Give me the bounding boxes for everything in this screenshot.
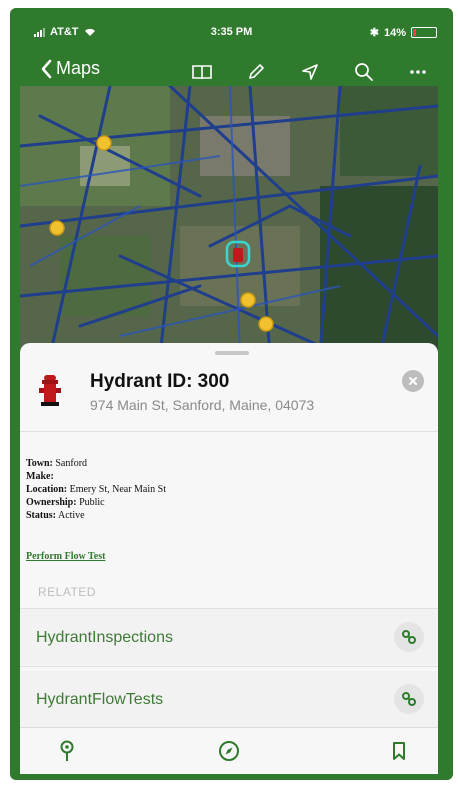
pin-icon[interactable]: [54, 738, 80, 764]
related-item-hydrant-flow-tests[interactable]: HydrantFlowTests: [20, 671, 438, 727]
compass-icon[interactable]: [216, 738, 242, 764]
field-row: Status: Active: [26, 510, 85, 521]
close-button[interactable]: [402, 370, 424, 392]
nav-bar: Maps: [10, 54, 453, 90]
status-bar: AT&T 3:35 PM ✱ 14%: [10, 8, 453, 46]
field-row: Location: Emery St, Near Main St: [26, 484, 166, 495]
related-item-label: HydrantFlowTests: [36, 691, 164, 708]
header-divider: [20, 431, 438, 432]
close-icon: [409, 377, 417, 385]
link-icon: [402, 630, 416, 644]
related-header: RELATED: [38, 585, 96, 599]
chevron-left-icon: [41, 59, 52, 78]
related-item-hydrant-inspections[interactable]: HydrantInspections: [20, 609, 438, 665]
book-icon[interactable]: [189, 59, 215, 85]
map-view[interactable]: [20, 86, 438, 356]
link-button[interactable]: [394, 684, 424, 714]
related-item-label: HydrantInspections: [36, 629, 173, 646]
row-divider: [20, 666, 438, 667]
sheet-grabber[interactable]: [215, 351, 249, 355]
field-row: Ownership: Public: [26, 497, 105, 508]
link-icon: [402, 692, 416, 706]
feature-title: Hydrant ID: 300: [90, 371, 230, 392]
feature-header: Hydrant ID: 300 974 Main St, Sanford, Ma…: [20, 357, 438, 429]
feature-sheet: Hydrant ID: 300 974 Main St, Sanford, Ma…: [20, 343, 438, 773]
battery-group: ✱ 14%: [370, 26, 437, 39]
hydrant-icon: [39, 375, 61, 406]
popup-fields: Town: Sanford Make: Location: Emery St, …: [26, 457, 166, 522]
bluetooth-icon: ✱: [369, 27, 379, 39]
tab-bar: [20, 727, 438, 774]
field-row: Town: Sanford: [26, 458, 88, 469]
feature-address: 974 Main St, Sanford, Maine, 04073: [90, 397, 315, 413]
battery-percent: 14%: [383, 26, 406, 39]
link-button[interactable]: [394, 622, 424, 652]
nav-actions: [189, 59, 431, 85]
back-label: Maps: [56, 58, 101, 78]
bookmark-icon[interactable]: [386, 738, 412, 764]
battery-icon: [411, 27, 437, 38]
perform-flow-test-link[interactable]: Perform Flow Test: [26, 551, 105, 562]
search-icon[interactable]: [351, 59, 377, 85]
more-icon[interactable]: [405, 59, 431, 85]
back-button[interactable]: Maps: [40, 58, 100, 79]
battery-fill: [413, 29, 417, 36]
pencil-icon[interactable]: [243, 59, 269, 85]
location-arrow-icon[interactable]: [297, 59, 323, 85]
map-image: [20, 86, 438, 356]
field-row: Make:: [26, 471, 54, 482]
